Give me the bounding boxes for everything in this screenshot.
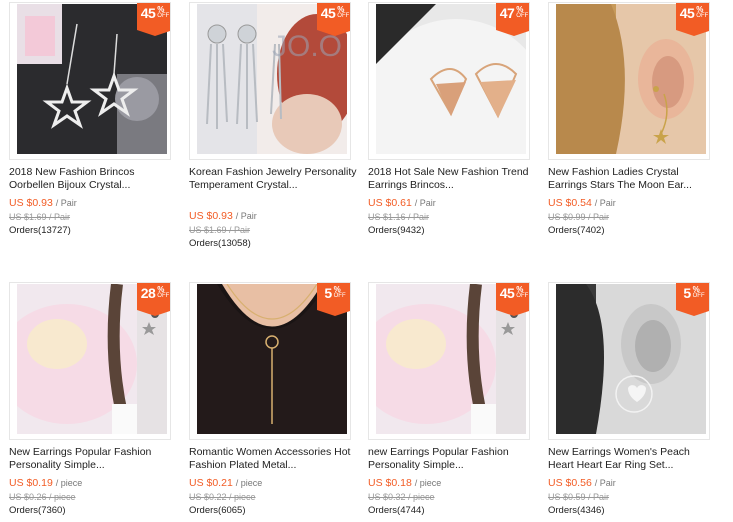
product-title[interactable]: new Earrings Popular Fashion Personality… xyxy=(368,446,536,471)
order-count: Orders(13727) xyxy=(9,225,71,236)
product-image-frame[interactable]: 5 % OFF xyxy=(548,282,710,440)
product-image-frame[interactable]: 5 % OFF xyxy=(189,282,351,440)
product-price: US $0.61 / Pair xyxy=(368,197,436,209)
product-price: US $0.93 / Pair xyxy=(189,210,257,222)
price-unit: / Pair xyxy=(594,198,616,208)
price-unit: / Pair xyxy=(594,478,616,488)
price-value: US $0.21 xyxy=(189,477,233,489)
discount-badge: 47 % OFF xyxy=(496,3,529,36)
original-price: US $1.16 / Pair xyxy=(368,212,430,222)
product-title[interactable]: 2018 Hot Sale New Fashion Trend Earrings… xyxy=(368,166,536,191)
off-label: OFF xyxy=(337,13,350,19)
product-title[interactable]: Korean Fashion Jewelry Personality Tempe… xyxy=(189,166,357,191)
order-count: Orders(13058) xyxy=(189,238,251,249)
order-count: Orders(7402) xyxy=(548,225,605,236)
price-unit: / Pair xyxy=(235,211,257,221)
product-title[interactable]: New Fashion Ladies Crystal Earrings Star… xyxy=(548,166,716,191)
percent-sign: % xyxy=(157,5,165,14)
off-label: OFF xyxy=(333,293,346,299)
discount-badge: 45 % OFF xyxy=(676,3,709,36)
original-price: US $0.99 / Pair xyxy=(548,212,610,222)
original-price: US $1.69 / Pair xyxy=(9,212,71,222)
discount-value: 5 xyxy=(324,285,332,301)
off-label: OFF xyxy=(692,293,705,299)
product-title[interactable]: Romantic Women Accessories Hot Fashion P… xyxy=(189,446,357,471)
price-value: US $0.19 xyxy=(9,477,53,489)
percent-sign: % xyxy=(516,285,524,294)
product-image-frame[interactable]: 47 % OFF xyxy=(368,2,530,160)
price-value: US $0.61 xyxy=(368,197,412,209)
original-price: US $0.32 / piece xyxy=(368,492,435,502)
price-unit: / Pair xyxy=(414,198,436,208)
discount-value: 45 xyxy=(679,5,695,21)
order-count: Orders(4346) xyxy=(548,505,605,516)
discount-value: 28 xyxy=(140,285,156,301)
price-unit: / piece xyxy=(414,478,442,488)
percent-sign: % xyxy=(333,285,341,294)
product-title[interactable]: New Earrings Popular Fashion Personality… xyxy=(9,446,177,471)
order-count: Orders(6065) xyxy=(189,505,246,516)
product-image-frame[interactable]: JO.O 45 % OFF xyxy=(189,2,351,160)
product-image-frame[interactable]: 28 % OFF xyxy=(9,282,171,440)
original-price: US $1.69 / Pair xyxy=(189,225,251,235)
product-image-frame[interactable]: 45 % OFF xyxy=(368,282,530,440)
discount-badge: 45 % OFF xyxy=(137,3,170,36)
product-image-frame[interactable]: 45 % OFF xyxy=(9,2,171,160)
percent-sign: % xyxy=(696,5,704,14)
percent-sign: % xyxy=(516,5,524,14)
product-price: US $0.18 / piece xyxy=(368,477,441,489)
percent-sign: % xyxy=(337,5,345,14)
product-price: US $0.19 / piece xyxy=(9,477,82,489)
product-price: US $0.93 / Pair xyxy=(9,197,77,209)
off-label: OFF xyxy=(516,293,529,299)
price-value: US $0.93 xyxy=(9,197,53,209)
product-price: US $0.21 / piece xyxy=(189,477,262,489)
discount-value: 45 xyxy=(499,285,515,301)
original-price: US $0.26 / piece xyxy=(9,492,76,502)
discount-value: 47 xyxy=(499,5,515,21)
discount-badge: 28 % OFF xyxy=(137,283,170,316)
product-title[interactable]: 2018 New Fashion Brincos Oorbellen Bijou… xyxy=(9,166,177,191)
discount-badge: 45 % OFF xyxy=(496,283,529,316)
discount-value: 45 xyxy=(320,5,336,21)
order-count: Orders(4744) xyxy=(368,505,425,516)
off-label: OFF xyxy=(157,293,170,299)
price-value: US $0.56 xyxy=(548,477,592,489)
percent-sign: % xyxy=(157,285,165,294)
product-price: US $0.56 / Pair xyxy=(548,477,616,489)
discount-badge: 5 % OFF xyxy=(317,283,350,316)
price-value: US $0.93 xyxy=(189,210,233,222)
price-unit: / Pair xyxy=(55,198,77,208)
discount-value: 5 xyxy=(683,285,691,301)
off-label: OFF xyxy=(157,13,170,19)
order-count: Orders(9432) xyxy=(368,225,425,236)
discount-badge: 5 % OFF xyxy=(676,283,709,316)
original-price: US $0.22 / piece xyxy=(189,492,256,502)
product-price: US $0.54 / Pair xyxy=(548,197,616,209)
product-title[interactable]: New Earrings Women's Peach Heart Heart E… xyxy=(548,446,716,471)
off-label: OFF xyxy=(696,13,709,19)
product-image-frame[interactable]: 45 % OFF xyxy=(548,2,710,160)
discount-badge: 45 % OFF xyxy=(317,3,350,36)
price-unit: / piece xyxy=(235,478,263,488)
off-label: OFF xyxy=(516,13,529,19)
price-value: US $0.18 xyxy=(368,477,412,489)
discount-value: 45 xyxy=(140,5,156,21)
order-count: Orders(7360) xyxy=(9,505,66,516)
original-price: US $0.59 / Pair xyxy=(548,492,610,502)
price-value: US $0.54 xyxy=(548,197,592,209)
percent-sign: % xyxy=(692,285,700,294)
price-unit: / piece xyxy=(55,478,83,488)
